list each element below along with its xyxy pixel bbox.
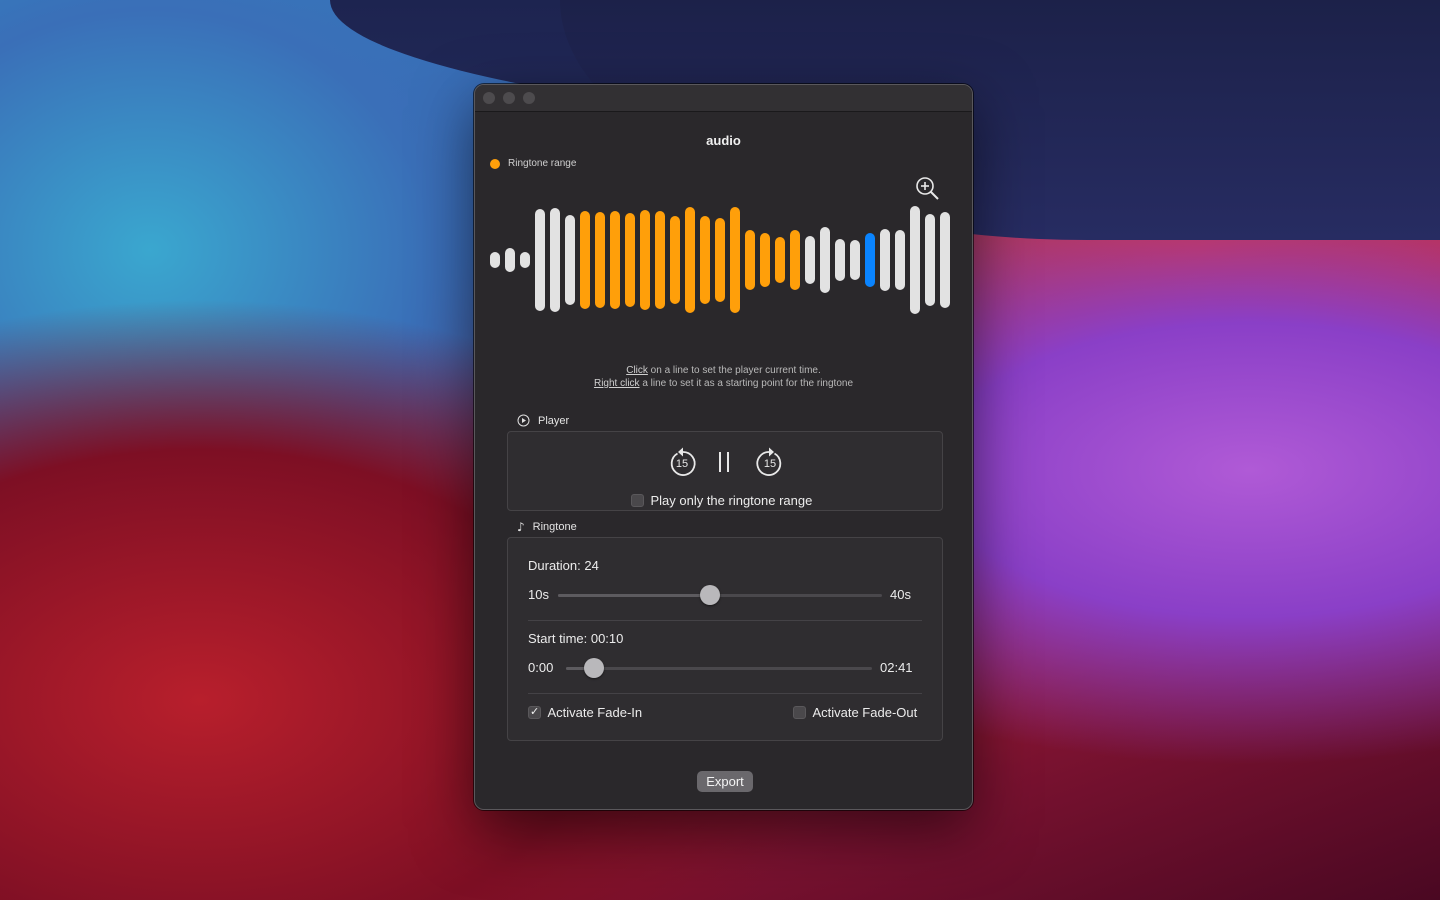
hint-right-click-link: Right click — [593, 378, 640, 389]
waveform-bar[interactable] — [535, 209, 545, 311]
waveform-bar[interactable] — [895, 230, 905, 290]
duration-slider-fill — [558, 594, 711, 597]
zoom-window-button[interactable] — [523, 92, 535, 104]
fade-out-checkbox[interactable]: Activate Fade-Out — [793, 704, 917, 722]
page-title: audio — [706, 133, 741, 148]
waveform-bar[interactable] — [490, 252, 500, 268]
ringtone-section-label: Ringtone — [532, 521, 577, 533]
pause-icon — [719, 452, 729, 472]
start-min-label: 0:00 — [528, 660, 554, 675]
ringtone-section-header: ♪ Ringtone — [517, 520, 577, 534]
start-time-slider[interactable] — [566, 658, 872, 678]
play-only-range-label: Play only the ringtone range — [650, 493, 813, 508]
hint-text: Click on a line to set the player curren… — [475, 364, 972, 390]
app-window: audio Ringtone range Click on a line to … — [474, 84, 973, 810]
play-only-range-check[interactable] — [631, 494, 644, 508]
minimize-window-button[interactable] — [503, 92, 515, 104]
fade-in-label: Activate Fade-In — [547, 705, 643, 720]
hint-line-1: on a line to set the player current time… — [647, 365, 821, 376]
fade-in-checkbox[interactable]: Activate Fade-In — [528, 704, 642, 722]
waveform-bar[interactable] — [580, 210, 590, 310]
player-section-header: Player — [517, 414, 569, 427]
fade-in-check[interactable] — [528, 705, 541, 720]
export-button[interactable]: Export — [697, 771, 753, 792]
skip-back-label: 15 — [675, 458, 689, 470]
start-time-label: Start time: 00:10 — [528, 631, 624, 646]
waveform-bar[interactable] — [595, 212, 605, 308]
waveform-bar[interactable] — [790, 230, 800, 290]
divider — [528, 693, 922, 694]
start-time-slider-knob[interactable] — [583, 658, 604, 678]
waveform-bar[interactable] — [745, 230, 755, 290]
waveform-bar[interactable] — [625, 213, 635, 307]
hint-line-2: a line to set it as a starting point for… — [639, 378, 854, 389]
duration-slider[interactable] — [558, 585, 882, 605]
legend-label: Ringtone range — [508, 158, 577, 169]
duration-max-label: 40s — [890, 587, 911, 602]
play-only-range-checkbox[interactable]: Play only the ringtone range — [631, 492, 812, 510]
title-bar[interactable] — [475, 85, 972, 112]
fade-out-check[interactable] — [793, 706, 806, 720]
pause-button[interactable] — [716, 450, 732, 474]
player-box: 15 15 Play only the ringtone range — [507, 431, 943, 511]
waveform-bar[interactable] — [655, 210, 665, 310]
waveform[interactable] — [490, 200, 960, 320]
ringtone-range-dot — [490, 158, 500, 169]
waveform-bar[interactable] — [640, 209, 650, 311]
fade-out-label: Activate Fade-Out — [812, 705, 918, 720]
waveform-bar[interactable] — [730, 207, 740, 313]
waveform-bar[interactable] — [805, 236, 815, 284]
waveform-bar[interactable] — [850, 239, 860, 281]
divider — [528, 620, 922, 621]
player-section-label: Player — [538, 414, 570, 427]
waveform-bar-playhead[interactable] — [865, 233, 875, 287]
waveform-bar[interactable] — [835, 239, 845, 281]
waveform-bar[interactable] — [610, 210, 620, 310]
skip-back-15-button[interactable]: 15 — [668, 446, 698, 478]
waveform-bar[interactable] — [670, 215, 680, 305]
play-circle-icon — [517, 414, 530, 427]
ringtone-box: Duration: 24 10s 40s Start time: 00:10 0… — [507, 537, 943, 741]
waveform-bar[interactable] — [715, 218, 725, 302]
waveform-bar[interactable] — [820, 227, 830, 293]
waveform-bar[interactable] — [505, 248, 515, 272]
waveform-bar[interactable] — [565, 215, 575, 305]
waveform-bar[interactable] — [760, 233, 770, 287]
waveform-bar[interactable] — [700, 215, 710, 305]
waveform-bar[interactable] — [880, 228, 890, 292]
waveform-bar[interactable] — [520, 252, 530, 268]
music-note-icon: ♪ — [517, 520, 525, 534]
waveform-bar[interactable] — [910, 206, 920, 314]
waveform-bar[interactable] — [685, 207, 695, 313]
waveform-bar[interactable] — [940, 212, 950, 308]
close-window-button[interactable] — [483, 92, 495, 104]
start-max-label: 02:41 — [880, 660, 913, 675]
zoom-in-icon[interactable] — [915, 176, 941, 202]
legend: Ringtone range — [490, 158, 576, 169]
hint-click-link: Click — [626, 365, 648, 376]
duration-slider-knob[interactable] — [700, 585, 721, 605]
duration-label: Duration: 24 — [528, 558, 599, 573]
waveform-bar[interactable] — [925, 214, 935, 306]
skip-forward-15-button[interactable]: 15 — [754, 446, 784, 478]
skip-forward-label: 15 — [763, 458, 777, 470]
waveform-bar[interactable] — [775, 237, 785, 283]
waveform-bar[interactable] — [550, 207, 560, 313]
duration-min-label: 10s — [528, 587, 549, 602]
